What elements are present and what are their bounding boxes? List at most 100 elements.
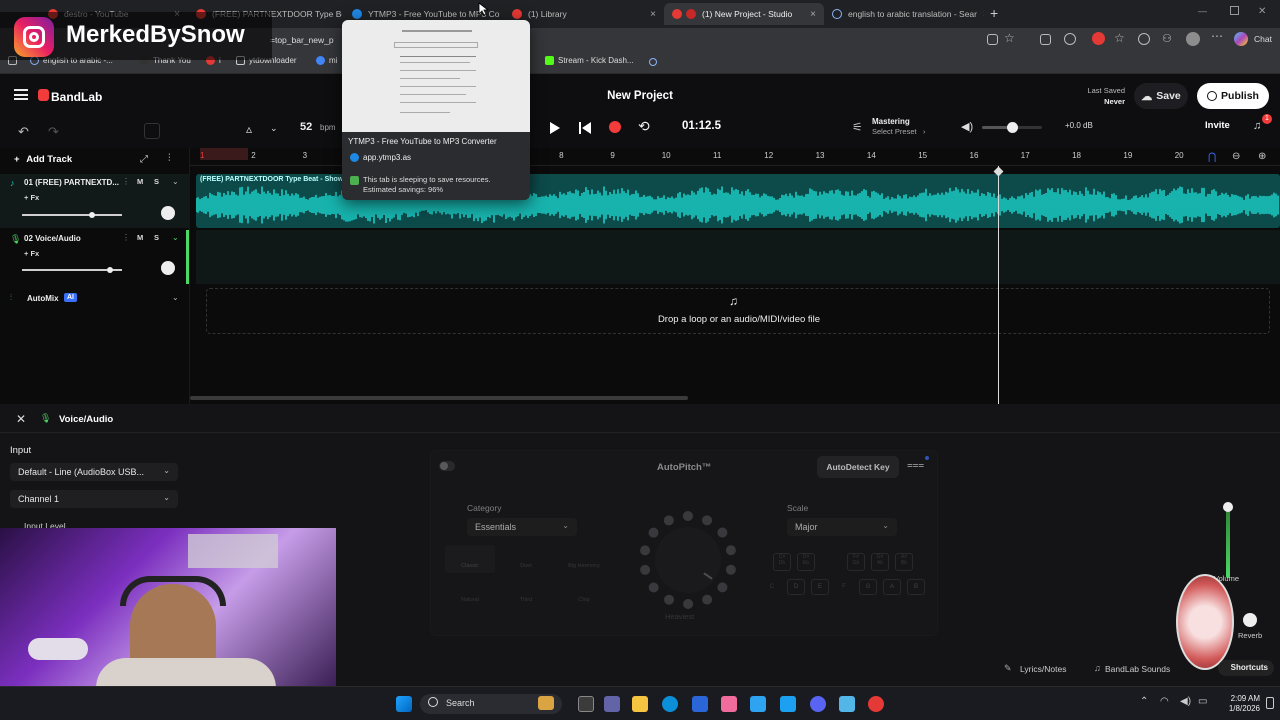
maximize-button[interactable] <box>1230 6 1239 15</box>
app-icon[interactable] <box>721 696 737 712</box>
shortcuts-button[interactable]: Shortcuts <box>1218 660 1274 676</box>
style-option-natural[interactable]: Natural <box>445 579 495 607</box>
speaker-icon[interactable]: ◀) <box>961 120 973 133</box>
key-a-sharp[interactable]: A# Bb <box>895 553 913 571</box>
url-field[interactable]: =top_bar_new_p <box>270 31 334 49</box>
pan-knob[interactable] <box>161 206 175 220</box>
notification-center-icon[interactable] <box>1266 697 1274 709</box>
publish-button[interactable]: Publish <box>1197 83 1269 109</box>
split-screen-icon[interactable] <box>987 34 998 45</box>
volume-fader[interactable] <box>1223 502 1233 578</box>
solo-button[interactable]: S <box>154 177 159 186</box>
close-window-button[interactable]: ✕ <box>1258 6 1266 17</box>
notepad-icon[interactable] <box>839 696 855 712</box>
track-menu-icon[interactable]: ⋮ <box>122 233 130 242</box>
metronome-icon[interactable]: ▵ <box>246 122 252 136</box>
track-volume-handle[interactable] <box>89 212 95 218</box>
key-c[interactable]: C <box>763 579 781 595</box>
key-f-sharp[interactable]: F# Gb <box>847 553 865 571</box>
loop-region-marker[interactable] <box>200 148 248 160</box>
extensions-icon[interactable]: ⚇ <box>1162 32 1172 45</box>
battery-icon[interactable]: ▭ <box>1198 696 1207 707</box>
track-row[interactable]: 🎙 02 Voice/Audio ⋮ M S ⌄ + Fx <box>0 230 190 284</box>
chat-label[interactable]: Chat <box>1254 34 1272 44</box>
tool-wand-icon[interactable]: ⤢ <box>140 154 148 165</box>
chevron-down-icon[interactable]: ⌄ <box>172 293 179 302</box>
record-button[interactable] <box>609 121 621 133</box>
close-tab-icon[interactable]: × <box>650 9 656 20</box>
windows-start-icon[interactable] <box>396 696 412 712</box>
clock-time[interactable]: 2:09 AM <box>1220 694 1260 703</box>
track-volume-slider[interactable] <box>22 212 122 218</box>
zoom-out-icon[interactable]: ⊖ <box>1232 151 1240 162</box>
add-fx-button[interactable]: + Fx <box>24 193 39 202</box>
key-a[interactable]: A <box>883 579 901 595</box>
edge-icon[interactable] <box>662 696 678 712</box>
filter-icon[interactable]: ⫶ <box>168 153 171 164</box>
new-tab-button[interactable]: + <box>990 5 998 21</box>
mastering-label[interactable]: Mastering <box>872 117 910 126</box>
playhead[interactable] <box>993 166 1004 404</box>
key-f[interactable]: F <box>835 579 853 595</box>
track-name[interactable]: 02 Voice/Audio <box>24 234 81 243</box>
store-icon[interactable] <box>692 696 708 712</box>
history-icon[interactable] <box>1138 33 1150 45</box>
style-option-duet[interactable]: Duet <box>501 545 551 573</box>
mute-button[interactable]: M <box>137 177 143 186</box>
tool-icon[interactable] <box>144 123 160 139</box>
key-c-sharp[interactable]: C# Db <box>773 553 791 571</box>
reverb-knob[interactable] <box>1243 613 1257 627</box>
favorites-icon[interactable]: ☆ <box>1114 31 1125 45</box>
settings-sliders-icon[interactable]: ⩶ <box>907 460 924 471</box>
lyrics-notes-button[interactable]: Lyrics/Notes <box>1020 664 1066 674</box>
volume-icon[interactable]: ◀) <box>1180 696 1191 707</box>
bookmark-item[interactable]: Stream - Kick Dash... <box>545 56 634 65</box>
taskbar-search[interactable]: Search <box>420 694 562 714</box>
close-tab-icon[interactable]: × <box>983 9 984 20</box>
track-row[interactable]: ♪ 01 (FREE) PARTNEXTD... ⋮ M S ⌄ + Fx <box>0 174 190 228</box>
close-panel-icon[interactable]: ✕ <box>16 412 26 426</box>
skip-back-icon[interactable] <box>578 121 592 135</box>
strength-knob[interactable] <box>635 509 741 609</box>
effect-toggle[interactable] <box>439 461 455 471</box>
track-volume-handle[interactable] <box>107 267 113 273</box>
discord-icon[interactable] <box>810 696 826 712</box>
undo-icon[interactable]: ↶ <box>18 124 29 140</box>
select-preset-label[interactable]: Select Preset <box>872 127 917 136</box>
more-menu-icon[interactable]: ⋯ <box>1211 29 1223 43</box>
key-e[interactable]: E <box>811 579 829 595</box>
track-name[interactable]: 01 (FREE) PARTNEXTD... <box>24 178 119 187</box>
loop-icon[interactable]: ⟲ <box>638 118 650 135</box>
teams-icon[interactable] <box>604 696 620 712</box>
category-dropdown[interactable]: Essentials ⌄ <box>467 518 577 536</box>
magnet-snap-icon[interactable]: ⋂ <box>1208 152 1216 163</box>
clock-date[interactable]: 1/8/2026 <box>1220 704 1260 713</box>
track-volume-slider[interactable] <box>22 267 122 273</box>
mute-button[interactable]: M <box>137 233 143 242</box>
scale-dropdown[interactable]: Major ⌄ <box>787 518 897 536</box>
tray-chevron-icon[interactable]: ⌃ <box>1140 696 1148 707</box>
add-fx-button[interactable]: + Fx <box>24 249 39 258</box>
play-icon[interactable] <box>549 121 561 135</box>
wifi-icon[interactable]: ◠ <box>1160 696 1169 707</box>
copilot-app-icon[interactable] <box>750 696 766 712</box>
minimize-button[interactable]: — <box>1198 6 1207 16</box>
pan-knob[interactable] <box>161 261 175 275</box>
style-option-big-harmony[interactable]: Big Harmony <box>557 545 611 573</box>
file-explorer-icon[interactable] <box>632 696 648 712</box>
profile-avatar[interactable] <box>1186 32 1200 46</box>
key-d-sharp[interactable]: D# Eb <box>797 553 815 571</box>
style-option-third[interactable]: Third <box>501 579 551 607</box>
key-g-sharp[interactable]: G# Ab <box>871 553 889 571</box>
bookmark-item[interactable]: mi <box>316 56 337 65</box>
style-option-chip[interactable]: Chip <box>557 579 611 607</box>
volume-fader-handle[interactable] <box>1223 502 1233 512</box>
copilot-icon[interactable] <box>1234 32 1248 46</box>
save-button[interactable]: ☁ Save <box>1134 83 1188 109</box>
input-channel-dropdown[interactable]: Channel 1 ⌄ <box>10 490 178 508</box>
autodetect-key-button[interactable]: AutoDetect Key <box>817 456 899 478</box>
tempo-value[interactable]: 52 <box>300 121 312 133</box>
bell-icon[interactable]: ♫ <box>1253 120 1261 132</box>
drop-zone[interactable]: ♫ Drop a loop or an audio/MIDI/video fil… <box>206 288 1270 334</box>
browser-tab[interactable]: english to arabic translation - Sear × <box>824 3 984 25</box>
